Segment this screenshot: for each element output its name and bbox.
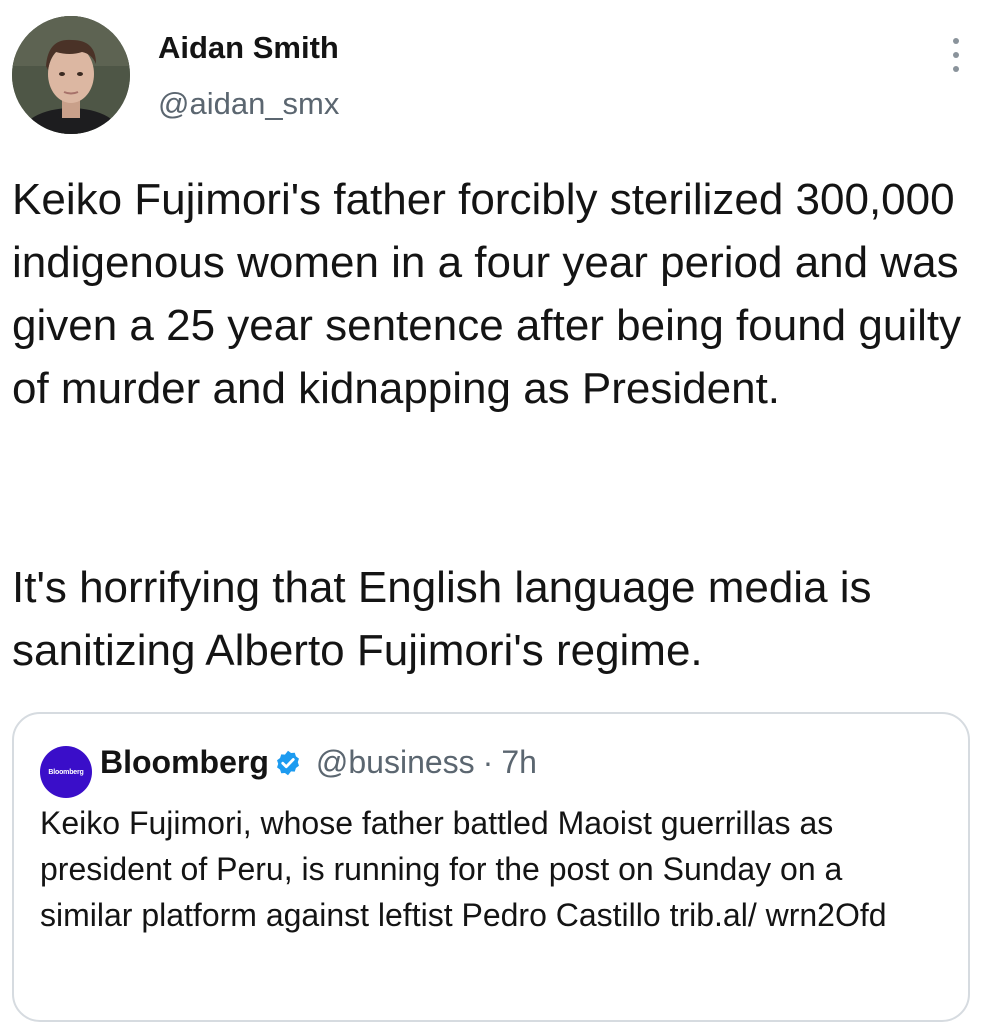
more-dot xyxy=(953,52,959,58)
quoted-tweet-text: Keiko Fujimori, whose father battled Mao… xyxy=(40,805,887,933)
bloomberg-logo-text: Bloomberg xyxy=(48,768,84,776)
more-vertical-icon[interactable] xyxy=(946,38,966,72)
quoted-tweet-time[interactable]: 7h xyxy=(501,744,537,781)
more-dot xyxy=(953,38,959,44)
quoted-author-name[interactable]: Bloomberg xyxy=(100,744,269,781)
author-name[interactable]: Aidan Smith xyxy=(158,30,339,66)
quoted-tweet-card[interactable]: Bloomberg Bloomberg @business · 7h Keiko… xyxy=(12,712,970,1022)
avatar-image xyxy=(12,16,130,134)
more-dot xyxy=(953,66,959,72)
quoted-tweet-header: Bloomberg @business · 7h xyxy=(100,744,537,781)
avatar[interactable] xyxy=(12,16,130,134)
bloomberg-logo-icon: Bloomberg xyxy=(40,746,92,798)
dot-separator: · xyxy=(482,744,494,780)
author-handle[interactable]: @aidan_smx xyxy=(158,86,339,122)
tweet: Aidan Smith @aidan_smx Keiko Fujimori's … xyxy=(0,0,984,1022)
verified-badge-icon xyxy=(276,750,299,775)
quoted-author-handle[interactable]: @business xyxy=(316,744,475,781)
tweet-text-paragraph-2: It's horrifying that English language me… xyxy=(12,563,872,675)
tweet-text-paragraph-1: Keiko Fujimori's father forcibly sterili… xyxy=(12,175,962,413)
